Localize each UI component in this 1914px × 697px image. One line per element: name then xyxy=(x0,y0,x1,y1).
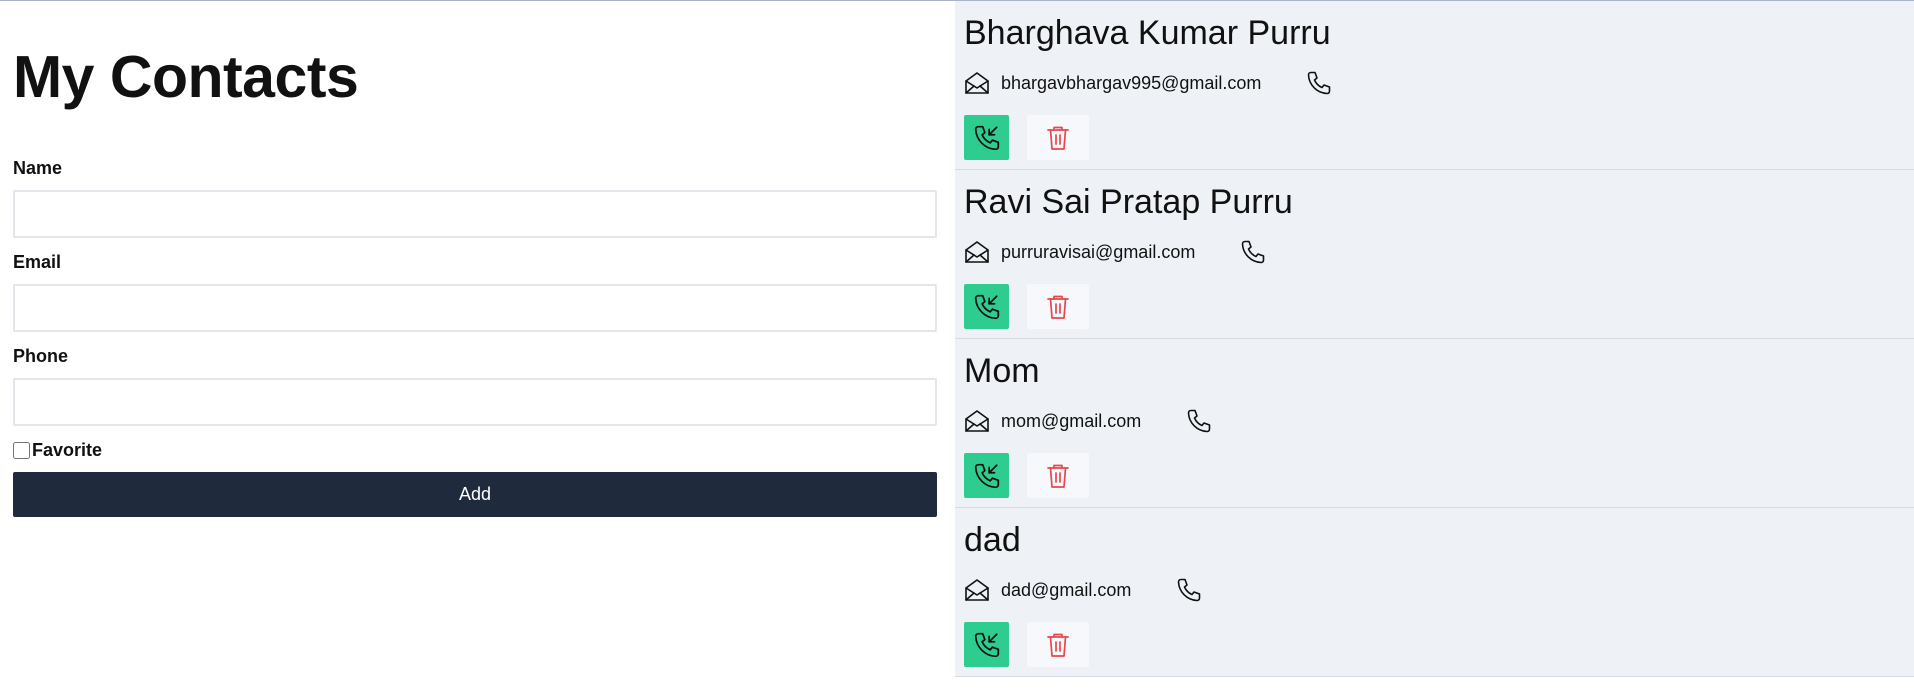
contact-email: dad@gmail.com xyxy=(1001,579,1132,600)
envelope-open-icon xyxy=(964,577,990,603)
favorite-label[interactable]: Favorite xyxy=(32,439,102,461)
email-input[interactable] xyxy=(13,284,937,332)
contact-name: Mom xyxy=(964,352,1040,390)
trash-icon xyxy=(1046,632,1070,658)
contact-info: purruravisai@gmail.com xyxy=(964,238,1266,266)
envelope-open-icon xyxy=(964,239,990,265)
page-title: My Contacts xyxy=(13,44,359,110)
call-button[interactable] xyxy=(964,453,1009,498)
call-button[interactable] xyxy=(964,115,1009,160)
envelope-open-icon xyxy=(964,70,990,96)
phone-icon[interactable] xyxy=(1240,239,1266,265)
name-label: Name xyxy=(13,158,63,178)
favorite-row: Favorite xyxy=(13,439,102,461)
phone-icon[interactable] xyxy=(1186,408,1212,434)
delete-button[interactable] xyxy=(1027,453,1089,498)
contact-name: dad xyxy=(964,521,1021,559)
call-button[interactable] xyxy=(964,622,1009,667)
contact-name: Bharghava Kumar Purru xyxy=(964,14,1331,52)
trash-icon xyxy=(1046,294,1070,320)
contact-info: dad@gmail.com xyxy=(964,576,1202,604)
contact-email: purruravisai@gmail.com xyxy=(1001,241,1196,262)
phone-incoming-icon xyxy=(973,462,1001,490)
delete-button[interactable] xyxy=(1027,115,1089,160)
add-button[interactable]: Add xyxy=(13,472,937,517)
email-label: Email xyxy=(13,252,62,272)
delete-button[interactable] xyxy=(1027,284,1089,329)
trash-icon xyxy=(1046,125,1070,151)
phone-icon[interactable] xyxy=(1176,577,1202,603)
contact-card: Mom mom@gmail.com xyxy=(955,339,1914,508)
favorite-checkbox[interactable] xyxy=(13,441,30,459)
contact-card: Bharghava Kumar Purru bhargavbhargav995@… xyxy=(955,1,1914,170)
name-input[interactable] xyxy=(13,190,937,238)
contact-email: mom@gmail.com xyxy=(1001,410,1142,431)
phone-incoming-icon xyxy=(973,631,1001,659)
phone-label: Phone xyxy=(13,346,69,366)
phone-icon[interactable] xyxy=(1306,70,1332,96)
contact-info: mom@gmail.com xyxy=(964,407,1212,435)
contact-email: bhargavbhargav995@gmail.com xyxy=(1001,72,1262,93)
call-button[interactable] xyxy=(964,284,1009,329)
contact-name: Ravi Sai Pratap Purru xyxy=(964,183,1293,221)
envelope-open-icon xyxy=(964,408,990,434)
contact-info: bhargavbhargav995@gmail.com xyxy=(964,69,1332,97)
phone-incoming-icon xyxy=(973,293,1001,321)
trash-icon xyxy=(1046,463,1070,489)
delete-button[interactable] xyxy=(1027,622,1089,667)
contact-card: dad dad@gmail.com xyxy=(955,508,1914,677)
phone-input[interactable] xyxy=(13,378,937,426)
contacts-list: Bharghava Kumar Purru bhargavbhargav995@… xyxy=(955,1,1914,677)
phone-incoming-icon xyxy=(973,124,1001,152)
contact-card: Ravi Sai Pratap Purru purruravisai@gmail… xyxy=(955,170,1914,339)
